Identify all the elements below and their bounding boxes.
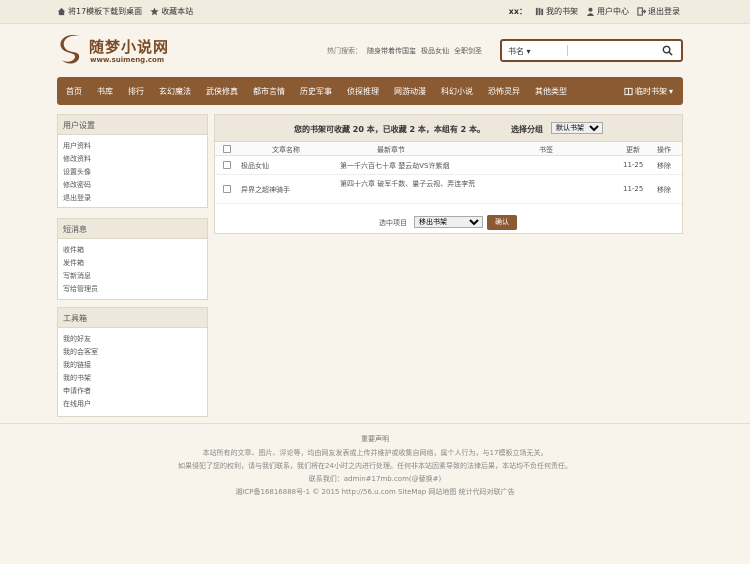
update-date: 11-25 (623, 185, 644, 193)
hot-keyword[interactable]: 极品女仙 (421, 46, 449, 56)
table-header: 文章名称 最新章节 书签 更新 操作 (215, 142, 682, 156)
sidebar-toolbox: 工具箱 我的好友 我的会客室 我的链接 我的书架 申请作者 在线用户 (57, 307, 208, 417)
update-date: 11-25 (623, 161, 644, 169)
site-footer: 重要声明 本站所有的文章、图片、评论等，均由网友发表或上传并维护或收集自网络，属… (0, 423, 750, 496)
nav-item-history[interactable]: 历史军事 (300, 86, 332, 97)
row-checkbox[interactable] (223, 161, 231, 169)
search-box[interactable]: 书名 ▾ (500, 39, 683, 62)
nav-item-library[interactable]: 书库 (97, 86, 113, 97)
logo-url: www.suimeng.com (90, 56, 165, 64)
sidebar-item-avatar[interactable]: 设置头像 (63, 167, 202, 180)
sidebar-item-bookshelf[interactable]: 我的书架 (63, 373, 202, 386)
nav-item-home[interactable]: 首页 (66, 86, 82, 97)
nav-item-fantasy[interactable]: 玄幻魔法 (159, 86, 191, 97)
remove-link[interactable]: 移除 (657, 161, 671, 171)
row-checkbox[interactable] (223, 185, 231, 193)
logo-name: 随梦小说网 (89, 38, 170, 56)
footer-rights: 如果侵犯了您的权利，请与我们联系，我们将在24小时之内进行处理。任何非本站因素导… (178, 462, 572, 470)
table-row: 异界之超神骑手 第四十六章 破军千数、量子云视、弄连李荒 11-25 移除 (215, 175, 682, 204)
sidebar-title: 用户设置 (58, 115, 207, 135)
search-category-select[interactable]: 书名 ▾ (508, 46, 531, 57)
logout-link[interactable]: 退出登录 (637, 6, 680, 17)
group-select[interactable]: 默认书架 (551, 122, 603, 134)
sidebar-item-links[interactable]: 我的链接 (63, 360, 202, 373)
footer-disclaimer: 本站所有的文章、图片、评论等，均由网友发表或上传并维护或收集自网络，属个人行为，… (202, 449, 548, 457)
col-action: 操作 (657, 146, 671, 154)
top-bar: 将17模板下载到桌面 收藏本站 xx： 我的书架 用户中心 退出登录 (0, 0, 750, 24)
sidebar-item-inbox[interactable]: 收件箱 (63, 245, 202, 258)
group-label: 选择分组 (511, 125, 543, 134)
site-logo[interactable]: 随梦小说网 www.suimeng.com (57, 32, 177, 68)
main-nav: 首页 书库 排行 玄幻魔法 武侠修真 都市言情 历史军事 侦探推理 网游动漫 科… (57, 77, 683, 105)
favorite-link[interactable]: 收藏本站 (150, 6, 193, 17)
hot-search-label: 热门搜索： (327, 47, 362, 55)
footer-heading: 重要声明 (361, 435, 389, 443)
sidebar-item-outbox[interactable]: 发件箱 (63, 258, 202, 271)
sidebar-messages: 短消息 收件箱 发件箱 写新消息 写给管理员 (57, 218, 208, 300)
book-name-link[interactable]: 极品女仙 (241, 161, 269, 171)
search-icon[interactable] (662, 45, 673, 56)
table-footer: 选中项目 移出书架 确认 (215, 213, 682, 233)
col-name: 文章名称 (272, 146, 300, 154)
nav-item-ranking[interactable]: 排行 (128, 86, 144, 97)
col-latest: 最新章节 (377, 146, 405, 154)
nav-item-wuxia[interactable]: 武侠修真 (206, 86, 238, 97)
col-bookmark: 书签 (539, 146, 553, 154)
bookshelf-panel: 您的书架可收藏 20 本，已收藏 2 本，本组有 2 本。 选择分组 默认书架 … (214, 114, 683, 234)
shelf-capacity-text: 您的书架可收藏 20 本，已收藏 2 本，本组有 2 本。 (294, 125, 485, 134)
sidebar-item-new-message[interactable]: 写新消息 (63, 271, 202, 284)
books-icon (535, 7, 544, 16)
divider (567, 45, 568, 56)
sidebar-title: 短消息 (58, 219, 207, 239)
sidebar-item-message-admin[interactable]: 写给管理员 (63, 284, 202, 297)
nav-item-scifi[interactable]: 科幻小说 (441, 86, 473, 97)
temp-bookshelf-menu[interactable]: 临时书架 ▾ (624, 86, 673, 97)
nav-item-urban[interactable]: 都市言情 (253, 86, 285, 97)
user-center-link[interactable]: 用户中心 (586, 6, 629, 17)
caret-down-icon: ▾ (668, 87, 673, 96)
confirm-button[interactable]: 确认 (487, 215, 517, 230)
sidebar-title: 工具箱 (58, 308, 207, 328)
footer-contact: 联系我们：admin#17mb.com(@替换#) (308, 475, 442, 483)
book-icon (624, 87, 633, 96)
latest-chapter-link[interactable]: 第四十六章 破军千数、量子云视、弄连李荒 (340, 179, 480, 190)
sidebar-item-edit-profile[interactable]: 修改资料 (63, 154, 202, 167)
username-label: xx： (508, 7, 527, 16)
my-shelf-link[interactable]: 我的书架 (535, 6, 578, 17)
nav-item-game[interactable]: 网游动漫 (394, 86, 426, 97)
sidebar-item-apply-author[interactable]: 申请作者 (63, 386, 202, 399)
col-update: 更新 (626, 146, 640, 154)
bulk-action-select[interactable]: 移出书架 (414, 216, 483, 228)
hot-keyword[interactable]: 全职剑圣 (454, 46, 482, 56)
dragon-logo-icon (60, 34, 80, 64)
nav-item-other[interactable]: 其他类型 (535, 86, 567, 97)
sidebar-item-logout[interactable]: 退出登录 (63, 193, 202, 206)
table-row: 极品女仙 第一千六百七十章 楚云劫VS许紫烟 11-25 移除 (215, 156, 682, 175)
footer-icp: 湘ICP备16816888号-1 © 2015 http://56.u.com … (235, 488, 515, 496)
hot-search: 热门搜索： 随身带着传国玺 极品女仙 全职剑圣 (327, 46, 482, 56)
home-icon (57, 7, 66, 16)
star-icon (150, 7, 159, 16)
logout-icon (637, 7, 646, 16)
sidebar-item-profile[interactable]: 用户资料 (63, 141, 202, 154)
sidebar-item-password[interactable]: 修改密码 (63, 180, 202, 193)
selected-items-label: 选中项目 (379, 219, 407, 227)
sidebar-user-settings: 用户设置 用户资料 修改资料 设置头像 修改密码 退出登录 (57, 114, 208, 208)
book-name-link[interactable]: 异界之超神骑手 (241, 185, 290, 195)
hot-keyword[interactable]: 随身带着传国玺 (367, 46, 416, 56)
download-desktop-link[interactable]: 将17模板下载到桌面 (57, 6, 142, 17)
caret-down-icon: ▾ (526, 47, 531, 56)
bookshelf-info-bar: 您的书架可收藏 20 本，已收藏 2 本，本组有 2 本。 选择分组 默认书架 (215, 115, 682, 142)
site-header: 随梦小说网 www.suimeng.com 热门搜索： 随身带着传国玺 极品女仙… (0, 24, 750, 76)
sidebar-item-online-users[interactable]: 在线用户 (63, 399, 202, 412)
nav-item-detective[interactable]: 侦探推理 (347, 86, 379, 97)
select-all-checkbox[interactable] (223, 145, 231, 153)
remove-link[interactable]: 移除 (657, 185, 671, 195)
latest-chapter-link[interactable]: 第一千六百七十章 楚云劫VS许紫烟 (340, 161, 449, 171)
nav-item-horror[interactable]: 恐怖灵异 (488, 86, 520, 97)
user-icon (586, 7, 595, 16)
sidebar-item-friends[interactable]: 我的好友 (63, 334, 202, 347)
sidebar-item-parlor[interactable]: 我的会客室 (63, 347, 202, 360)
